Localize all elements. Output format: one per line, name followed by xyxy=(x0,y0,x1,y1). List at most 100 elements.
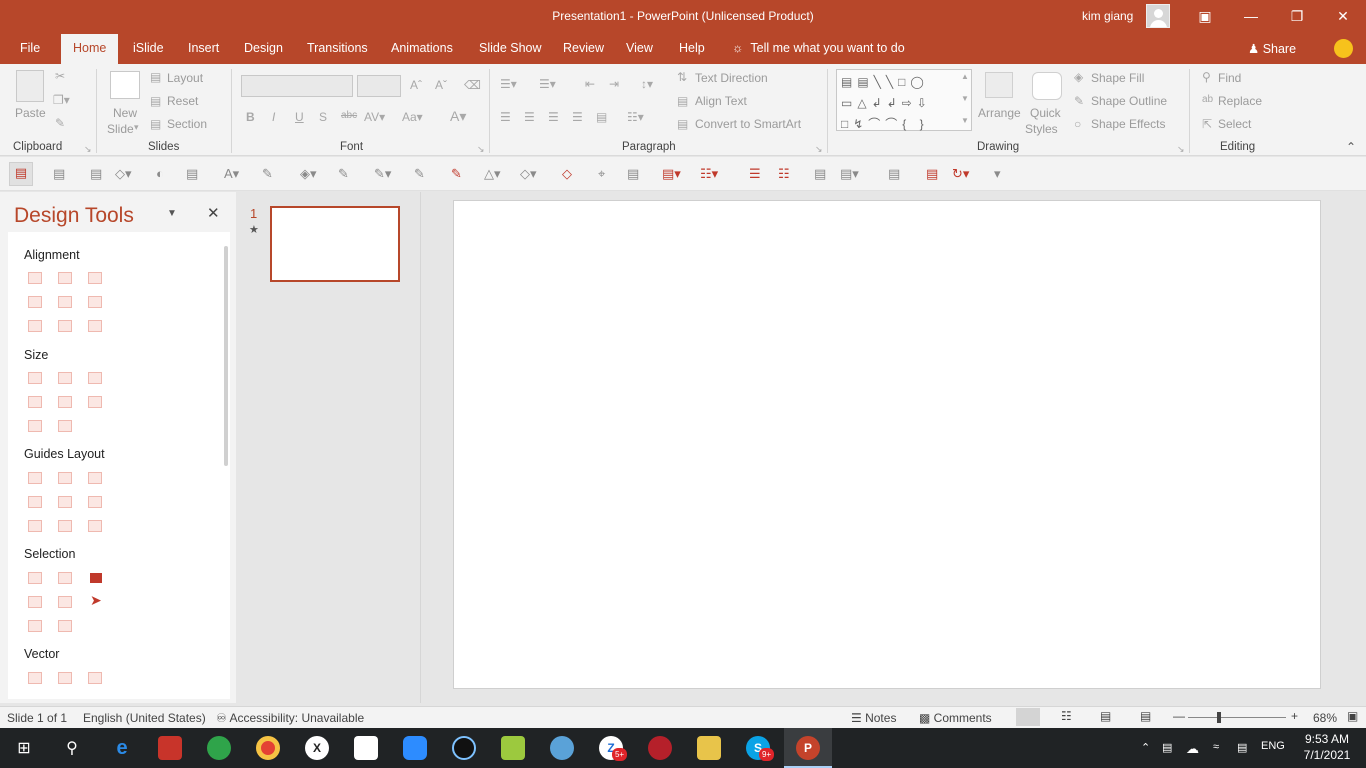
copy-format-icon[interactable]: ▤ xyxy=(186,166,198,182)
zoom-slider-thumb[interactable] xyxy=(1217,712,1221,723)
align-bottom-tool-icon[interactable] xyxy=(88,296,102,308)
guide-fill-icon[interactable] xyxy=(88,520,102,532)
slideshow-view-icon[interactable]: ▤ xyxy=(1140,709,1151,723)
replace-icon[interactable]: ab xyxy=(1202,94,1213,105)
font-size-combo[interactable] xyxy=(357,75,401,97)
zoom-in-icon[interactable]: + xyxy=(1291,709,1298,723)
select-forward-icon[interactable] xyxy=(58,596,72,608)
powerpoint-icon[interactable]: P xyxy=(796,736,820,760)
decrease-indent-icon[interactable]: ⇤ xyxy=(585,77,595,91)
notes-button[interactable]: ☰ Notes xyxy=(851,711,896,725)
font-launcher-icon[interactable]: ↘ xyxy=(477,144,485,155)
cut-icon[interactable]: ✂ xyxy=(55,69,65,83)
distribute-icon[interactable]: ☷ xyxy=(778,166,790,182)
close-panel-icon[interactable]: ✕ xyxy=(207,204,220,222)
windows-start-icon[interactable]: ⊞ xyxy=(12,736,36,760)
red-pen-icon[interactable]: ✎ xyxy=(451,166,462,182)
align-left-icon[interactable]: ☰ xyxy=(500,110,511,124)
select-icon[interactable]: ⇱ xyxy=(1202,117,1212,131)
width-match-icon[interactable] xyxy=(28,396,42,408)
guide-middle-icon[interactable] xyxy=(58,496,72,508)
tab-islide[interactable]: iSlide xyxy=(133,41,164,55)
new-slide-label-2[interactable]: Slide xyxy=(107,122,134,136)
tab-view[interactable]: View xyxy=(626,41,653,55)
shape-effects-icon[interactable]: ○ xyxy=(1074,117,1081,131)
tab-animations[interactable]: Animations xyxy=(391,41,453,55)
slide-sorter-icon[interactable]: ☷ xyxy=(1061,709,1072,723)
swap-size-icon[interactable] xyxy=(88,396,102,408)
drawing-launcher-icon[interactable]: ↘ xyxy=(1177,144,1185,155)
xbox-icon[interactable]: X xyxy=(305,736,329,760)
tell-me-search[interactable]: ☼ Tell me what you want to do xyxy=(732,41,905,55)
collapse-ribbon-icon[interactable]: ⌃ xyxy=(1346,140,1356,154)
copy-icon[interactable]: ❐▾ xyxy=(53,93,70,107)
reading-view-icon[interactable]: ▤ xyxy=(1100,709,1111,723)
normal-view-icon[interactable] xyxy=(1016,708,1040,726)
quick-styles-label[interactable]: Quick xyxy=(1030,106,1061,120)
italic-icon[interactable]: I xyxy=(272,110,275,124)
tab-file[interactable]: File xyxy=(20,41,40,55)
replace-button[interactable]: Replace xyxy=(1218,94,1262,108)
new-slide-label[interactable]: New xyxy=(113,106,137,120)
same-size-icon[interactable] xyxy=(88,372,102,384)
layout-tool-icon[interactable]: ▤▾ xyxy=(840,166,859,182)
green-app-icon[interactable] xyxy=(207,736,231,760)
section-icon[interactable]: ▤ xyxy=(150,117,161,131)
gallery-more-icon[interactable]: ▼ xyxy=(961,116,969,125)
align-top-tool-icon[interactable] xyxy=(28,296,42,308)
select-invert-icon[interactable] xyxy=(58,620,72,632)
avatar[interactable] xyxy=(1146,4,1170,28)
textbox-icon[interactable]: ▤ xyxy=(90,166,102,182)
store-icon[interactable] xyxy=(354,736,378,760)
feedback-smiley-icon[interactable] xyxy=(1334,39,1353,58)
tab-home[interactable]: Home xyxy=(61,34,119,64)
calendar-app-icon[interactable] xyxy=(158,736,182,760)
magic-wand-icon[interactable] xyxy=(90,573,102,583)
align-center-icon[interactable]: ☰ xyxy=(524,110,535,124)
shadow-icon[interactable]: S xyxy=(319,110,327,124)
fit-to-window-icon[interactable]: ▣ xyxy=(1347,709,1358,723)
guide-stretch-h-icon[interactable] xyxy=(28,520,42,532)
zoom-slider-track[interactable] xyxy=(1188,717,1286,718)
distributed-icon[interactable]: ▤ xyxy=(596,110,607,124)
guide-bottom-icon[interactable] xyxy=(88,496,102,508)
quick-styles-icon[interactable] xyxy=(1032,72,1062,100)
section-button[interactable]: Section xyxy=(167,117,207,131)
clear-formatting-icon[interactable]: ⌫ xyxy=(464,78,481,92)
tab-insert[interactable]: Insert xyxy=(188,41,219,55)
user-name[interactable]: kim giang xyxy=(1082,9,1133,23)
design-tools-icon[interactable]: ▤ xyxy=(9,162,33,186)
crop-icon[interactable]: ⌖ xyxy=(598,166,605,182)
language-status[interactable]: English (United States) xyxy=(83,711,206,725)
game-app-icon[interactable] xyxy=(501,736,525,760)
zoom-level[interactable]: 68% xyxy=(1313,711,1337,725)
folder-icon[interactable] xyxy=(697,736,721,760)
lock-icon[interactable]: ▤ xyxy=(53,166,65,182)
strikethrough-icon[interactable]: abc xyxy=(341,110,357,121)
text-direction-button[interactable]: Text Direction xyxy=(695,71,768,85)
edge-browser-icon[interactable]: e xyxy=(110,736,134,760)
table-icon[interactable]: ▤ xyxy=(814,166,826,182)
accessibility-status[interactable]: ♾ Accessibility: Unavailable xyxy=(216,711,364,725)
font-tool-icon[interactable]: A▾ xyxy=(224,166,239,182)
distribute-grid-icon[interactable] xyxy=(88,320,102,332)
shapes-gallery[interactable]: ▤▤╲╲□◯ ▭△↲↲⇨⇩ □↯⌒⌒{ } xyxy=(836,69,972,131)
chevron-down-icon[interactable]: ▾ xyxy=(134,122,139,133)
wifi-icon[interactable]: ≈ xyxy=(1213,741,1219,753)
gallery-scroll-up-icon[interactable]: ▲ xyxy=(961,72,969,81)
panel-scrollbar[interactable] xyxy=(224,246,228,466)
slide-canvas[interactable] xyxy=(453,200,1321,689)
restore-icon[interactable]: ❐ xyxy=(1274,0,1320,32)
reset-button[interactable]: Reset xyxy=(167,94,198,108)
text-direction-icon[interactable]: ⇅ xyxy=(677,70,687,84)
convert-smartart-button[interactable]: Convert to SmartArt xyxy=(695,117,801,131)
matrix-icon[interactable]: ☷▾ xyxy=(700,166,718,182)
align-right-tool-icon[interactable] xyxy=(88,272,102,284)
vector-intersect-icon[interactable] xyxy=(88,672,102,684)
line-eyedropper-icon[interactable]: ✎ xyxy=(414,166,425,182)
slide-thumbnail[interactable] xyxy=(270,206,400,282)
shape-merge-icon[interactable]: ◇ xyxy=(562,166,572,182)
vector-combine-icon[interactable] xyxy=(58,672,72,684)
justify-icon[interactable]: ☰ xyxy=(572,110,583,124)
clock[interactable]: 9:53 AM 7/1/2021 xyxy=(1300,731,1354,763)
